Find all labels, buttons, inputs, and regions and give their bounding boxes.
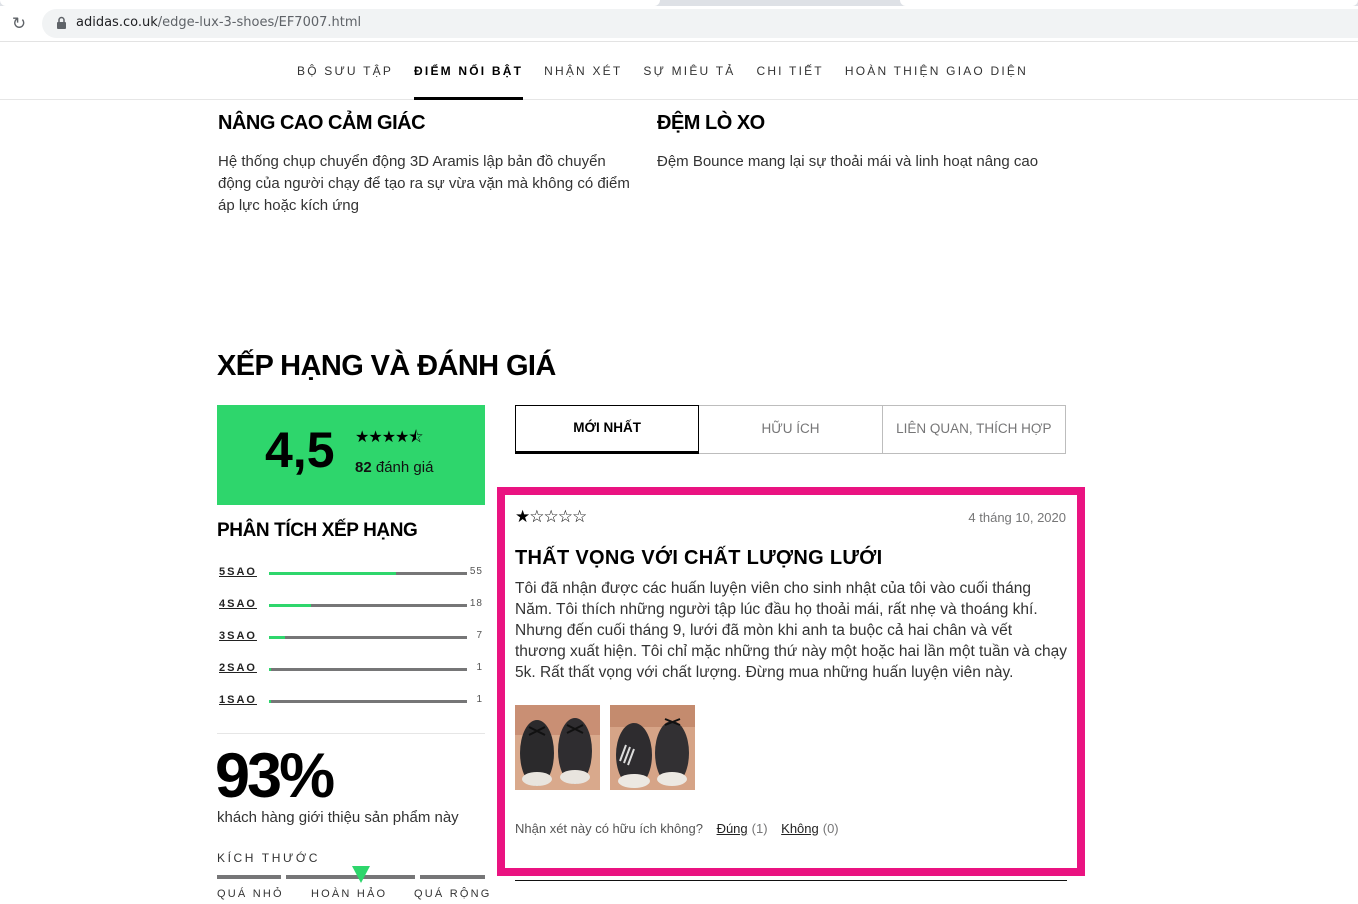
- feature-title: ĐỆM LÒ XO: [657, 112, 765, 134]
- review-photo-thumbnail[interactable]: [515, 705, 600, 790]
- recommend-percentage: 93%: [215, 741, 335, 811]
- rating-row-2[interactable]: 2SAO 1: [217, 662, 487, 678]
- review-count: 82 đánh giá: [355, 459, 433, 476]
- review-count-number: 82: [355, 459, 372, 476]
- rating-bar-track: [269, 668, 467, 671]
- nav-tab-collection[interactable]: BỘ SƯU TẬP: [297, 42, 393, 100]
- average-stars-icon: ★★★★⯪: [355, 427, 424, 446]
- url-text[interactable]: adidas.co.uk/edge-lux-3-shoes/EF7007.htm…: [76, 15, 361, 30]
- feature-title: NÂNG CAO CẢM GIÁC: [218, 112, 426, 134]
- size-fit-label-perfect: HOÀN HẢO: [311, 888, 388, 900]
- size-fit-label-small: QUÁ NHỎ: [217, 888, 284, 900]
- size-fit-segment: [420, 875, 485, 879]
- rating-bar-track: [269, 572, 467, 575]
- feature-text: Hệ thống chụp chuyển động 3D Aramis lập …: [218, 153, 630, 214]
- rating-row-count: 55: [469, 566, 483, 577]
- review-sort-tabs: MỚI NHẤT HỮU ÍCH LIÊN QUAN, THÍCH HỢP: [515, 405, 1066, 454]
- average-rating: 4,5: [265, 422, 335, 478]
- rating-row-label[interactable]: 1SAO: [219, 694, 257, 706]
- rating-bar-track: [269, 636, 467, 639]
- rating-bar-track: [269, 604, 467, 607]
- address-bar-row: ↻ adidas.co.uk/edge-lux-3-shoes/EF7007.h…: [0, 6, 1358, 42]
- sort-tab-helpful[interactable]: HỮU ÍCH: [698, 405, 883, 454]
- rating-breakdown-title: PHÂN TÍCH XẾP HẠNG: [217, 520, 418, 541]
- nav-tab-highlights[interactable]: ĐIỂM NỔI BẬT: [414, 42, 524, 100]
- rating-row-5[interactable]: 5SAO 55: [217, 566, 487, 582]
- ratings-section-title: XẾP HẠNG VÀ ĐÁNH GIÁ: [217, 350, 556, 382]
- product-section-nav: BỘ SƯU TẬP ĐIỂM NỔI BẬT NHẬN XÉT SỰ MIÊU…: [0, 42, 1358, 100]
- lock-icon[interactable]: [56, 16, 67, 30]
- address-bar[interactable]: adidas.co.uk/edge-lux-3-shoes/EF7007.htm…: [42, 9, 1358, 38]
- rating-row-label[interactable]: 2SAO: [219, 662, 257, 674]
- nav-tab-details[interactable]: CHI TIẾT: [756, 42, 823, 100]
- review-body: Tôi đã nhận được các huấn luyện viên cho…: [515, 580, 1067, 681]
- url-path: /edge-lux-3-shoes/EF7007.html: [157, 15, 362, 30]
- recommend-label: khách hàng giới thiệu sản phẩm này: [217, 809, 459, 826]
- rating-row-label[interactable]: 3SAO: [219, 630, 257, 642]
- rating-row-count: 1: [476, 662, 483, 673]
- rating-row-3[interactable]: 3SAO 7: [217, 630, 487, 646]
- divider: [217, 733, 485, 734]
- rating-bar-track: [269, 700, 467, 703]
- rating-row-label[interactable]: 4SAO: [219, 598, 257, 610]
- rating-row-count: 7: [476, 630, 483, 641]
- nav-tab-reviews[interactable]: NHẬN XÉT: [544, 42, 622, 100]
- helpful-question: Nhận xét này có hữu ích không?: [515, 821, 703, 836]
- size-fit-segment: [217, 875, 281, 879]
- nav-tab-complete-the-look[interactable]: HOÀN THIỆN GIAO DIỆN: [845, 42, 1028, 100]
- feature-block: ĐỆM LÒ XO Đệm Bounce mang lại sự thoải m…: [657, 112, 1077, 173]
- size-fit-label-large: QUÁ RỘNG: [414, 888, 492, 900]
- rating-bar-fill: [269, 668, 272, 671]
- review-photo-thumbnail[interactable]: [610, 705, 695, 790]
- review-count-label: đánh giá: [375, 459, 434, 476]
- divider: [515, 880, 1067, 881]
- sort-tab-relevant[interactable]: LIÊN QUAN, THÍCH HỢP: [881, 405, 1066, 454]
- rating-row-label[interactable]: 5SAO: [219, 566, 257, 578]
- review-helpful-row: Nhận xét này có hữu ích không? Đúng (1) K…: [515, 821, 839, 836]
- rating-row-count: 18: [469, 598, 483, 609]
- rating-row-count: 1: [476, 694, 483, 705]
- average-rating-box: 4,5 ★★★★⯪ 82 đánh giá: [217, 405, 485, 505]
- rating-bar-fill: [269, 700, 272, 703]
- helpful-yes-link[interactable]: Đúng: [717, 821, 748, 836]
- size-fit-title: KÍCH THƯỚC: [217, 851, 320, 865]
- size-fit-segment: [286, 875, 415, 879]
- rating-row-4[interactable]: 4SAO 18: [217, 598, 487, 614]
- helpful-yes-count: (1): [751, 821, 768, 836]
- helpful-no-count: (0): [822, 821, 839, 836]
- helpful-no-link[interactable]: Không: [781, 821, 819, 836]
- rating-bar-fill: [269, 604, 311, 607]
- url-domain: adidas.co.uk: [76, 15, 158, 30]
- sort-tab-newest[interactable]: MỚI NHẤT: [515, 405, 700, 454]
- rating-bar-fill: [269, 636, 285, 639]
- nav-tab-description[interactable]: SỰ MIÊU TẢ: [643, 42, 735, 100]
- size-fit-marker-icon: [352, 866, 370, 883]
- review-date: 4 tháng 10, 2020: [968, 510, 1066, 525]
- feature-block: NÂNG CAO CẢM GIÁC Hệ thống chụp chuyển đ…: [218, 112, 638, 217]
- review-stars-icon: ★☆☆☆☆: [515, 507, 587, 527]
- rating-bar-fill: [269, 572, 396, 575]
- reload-icon[interactable]: ↻: [10, 15, 28, 33]
- feature-text: Đệm Bounce mang lại sự thoải mái và linh…: [657, 153, 1039, 170]
- rating-row-1[interactable]: 1SAO 1: [217, 694, 487, 710]
- review-title: THẤT VỌNG VỚI CHẤT LƯỢNG LƯỚI: [515, 547, 883, 569]
